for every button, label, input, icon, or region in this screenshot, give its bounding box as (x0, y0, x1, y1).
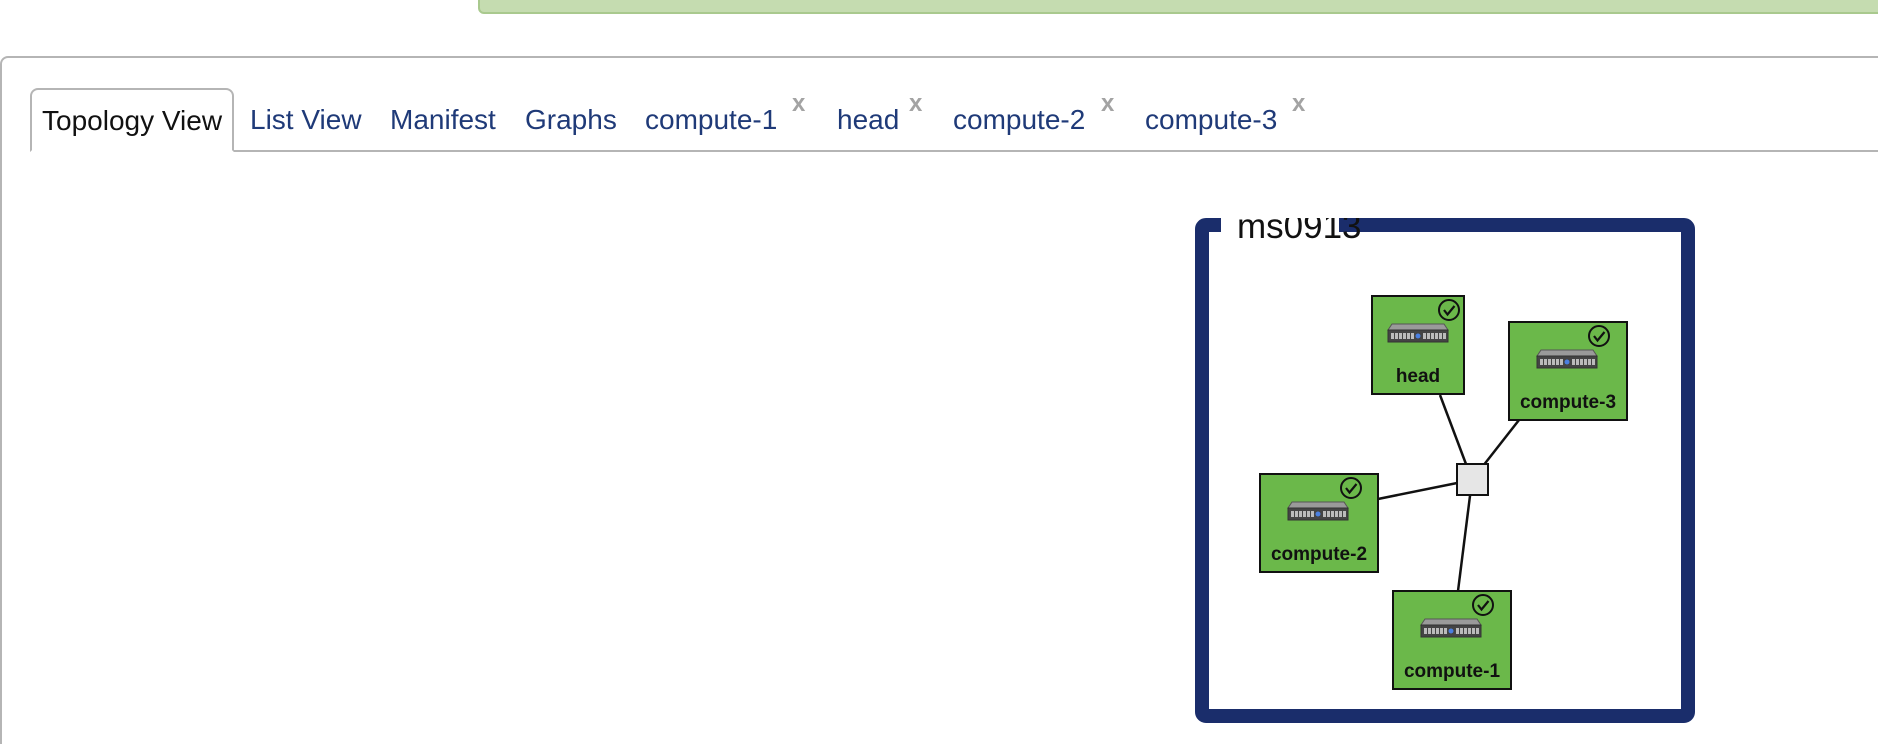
topology-canvas[interactable]: ms0913 head compute-3 compute-2 compute-… (1195, 218, 1695, 723)
link-compute-1[interactable] (1456, 479, 1474, 592)
tab-head[interactable]: head (837, 89, 899, 151)
node-label: head (1396, 366, 1440, 387)
close-tab-compute-3-icon[interactable]: x (1292, 90, 1305, 118)
node-compute-3[interactable]: compute-3 (1508, 321, 1628, 421)
tab-compute-2[interactable]: compute-2 (953, 89, 1085, 151)
tab-compute-1[interactable]: compute-1 (645, 89, 777, 151)
tab-list-view[interactable]: List View (250, 89, 362, 151)
status-banner (478, 0, 1878, 14)
tab-compute-3[interactable]: compute-3 (1145, 89, 1277, 151)
close-tab-compute-2-icon[interactable]: x (1101, 90, 1114, 118)
tab-graphs[interactable]: Graphs (525, 89, 617, 151)
server-icon (1387, 323, 1449, 343)
server-icon (1420, 618, 1482, 638)
server-icon (1536, 349, 1598, 369)
node-label: compute-3 (1520, 392, 1616, 413)
server-icon (1287, 501, 1349, 521)
node-compute-1[interactable]: compute-1 (1392, 590, 1512, 690)
tab-topology-view[interactable]: Topology View (30, 88, 235, 152)
lan-switch[interactable] (1456, 463, 1489, 496)
tab-manifest[interactable]: Manifest (390, 89, 496, 151)
slice-name: ms0913 (1237, 218, 1362, 246)
close-tab-head-icon[interactable]: x (909, 90, 922, 118)
node-label: compute-2 (1271, 544, 1367, 565)
links (1377, 394, 1520, 592)
node-compute-2[interactable]: compute-2 (1259, 473, 1379, 573)
node-label: compute-1 (1404, 661, 1501, 682)
close-tab-compute-1-icon[interactable]: x (792, 90, 805, 118)
node-head[interactable]: head (1371, 295, 1465, 395)
